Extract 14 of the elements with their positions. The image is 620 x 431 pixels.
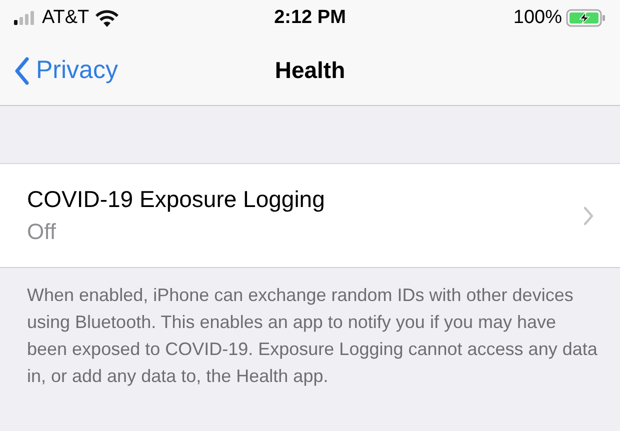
signal-icon <box>14 11 36 25</box>
battery-percent: 100% <box>513 7 562 29</box>
status-time: 2:12 PM <box>274 7 346 29</box>
chevron-icon <box>583 206 594 226</box>
row-value: Off <box>27 219 57 245</box>
settings-row[interactable]: COVID-19 Exposure Logging Off <box>0 164 620 267</box>
battery-charging-icon <box>566 9 606 27</box>
footer-text: When enabled, iPhone can exchange random IDs with other devices using Bluetooth. This enables an app to notify you if you may have been exposed to COVID-19. Exposure Logging cannot access any data in, or add any data to, the Health app. <box>26 284 598 388</box>
back-button[interactable]: Privacy <box>14 56 118 85</box>
wifi-icon <box>95 9 120 27</box>
row-title: COVID-19 Exposure Logging <box>27 186 325 213</box>
carrier-name: AT&T <box>42 7 90 29</box>
back-chevron-icon <box>14 56 30 84</box>
nav-title: Health <box>274 57 346 84</box>
